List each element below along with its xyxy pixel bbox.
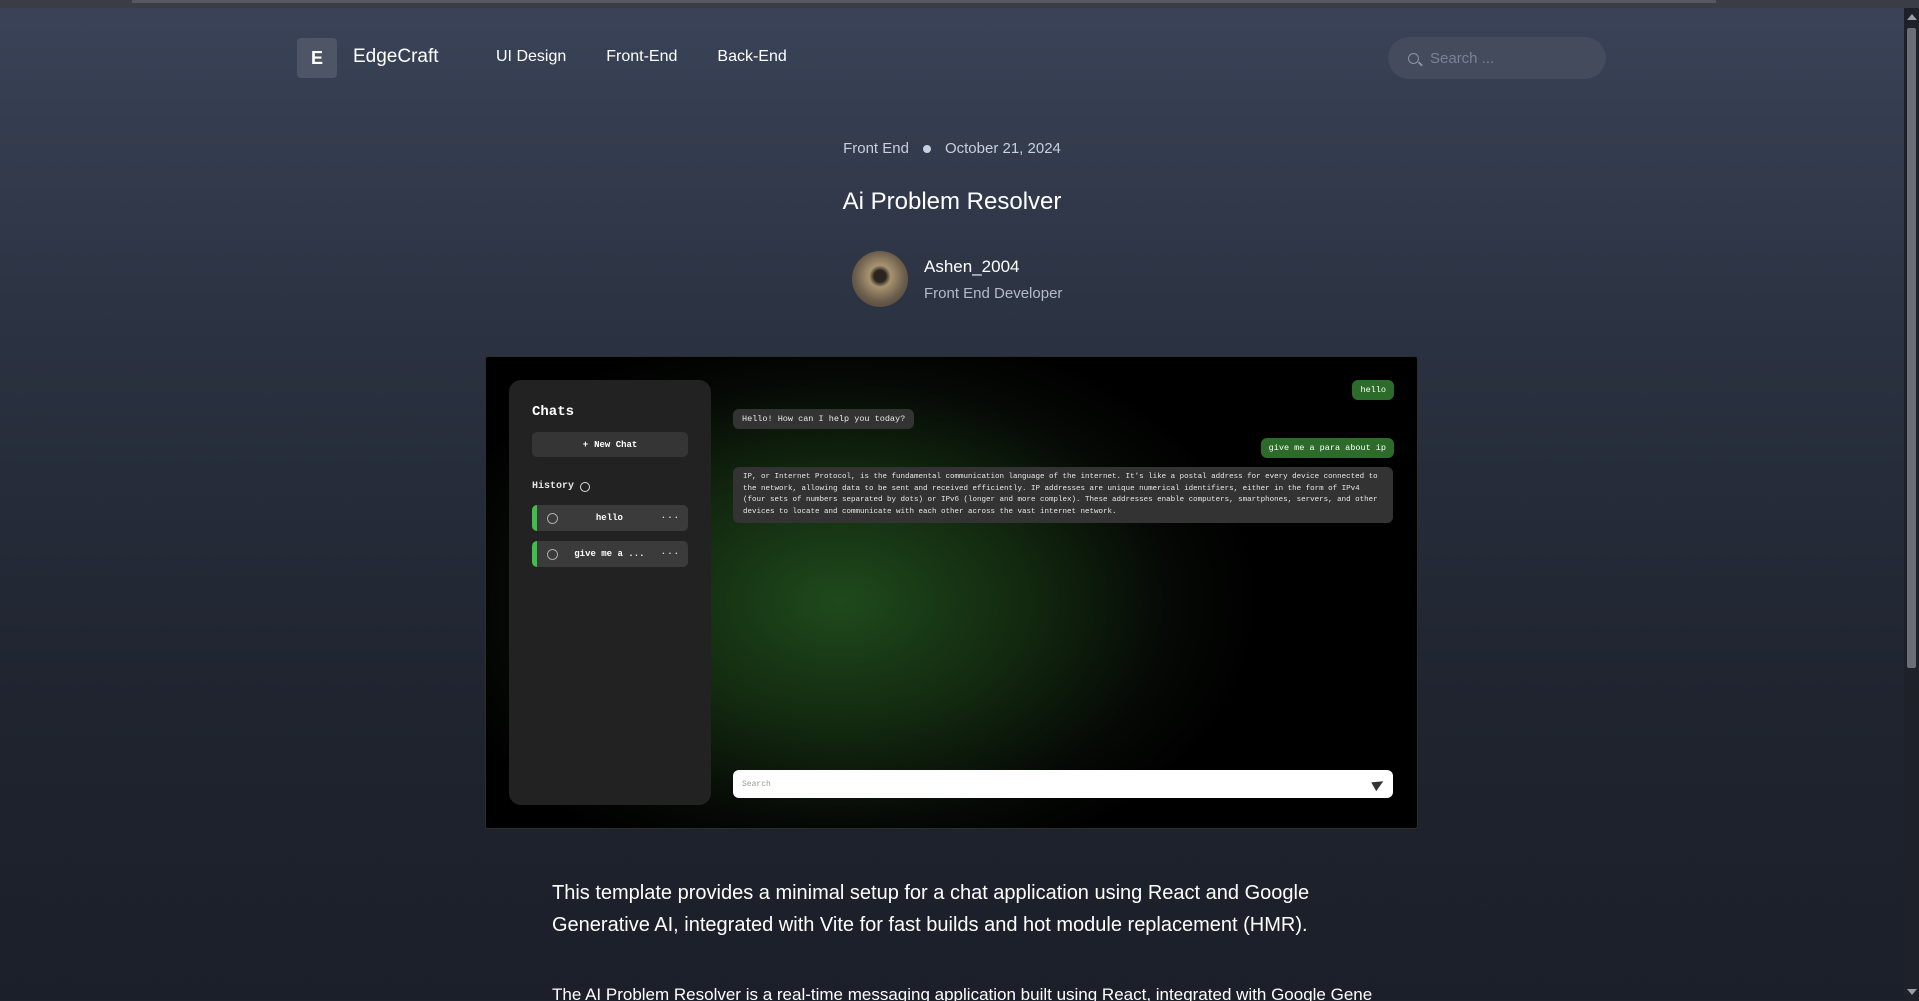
description-paragraph: The AI Problem Resolver is a real-time m… <box>552 985 1372 1001</box>
top-bar-line <box>132 0 1716 3</box>
search-input[interactable] <box>1428 48 1592 68</box>
history-item: hello ··· <box>532 505 688 531</box>
intro-paragraph: This template provides a minimal setup f… <box>552 882 1310 936</box>
post-meta: Front End October 21, 2024 <box>0 140 1904 157</box>
author-block: Ashen_2004 Front End Developer <box>852 251 1062 307</box>
post-category[interactable]: Front End <box>843 140 909 157</box>
more-icon: ··· <box>660 513 680 523</box>
nav-front-end[interactable]: Front-End <box>606 48 677 66</box>
author-name[interactable]: Ashen_2004 <box>924 257 1062 277</box>
send-icon <box>1371 776 1386 792</box>
chat-icon <box>547 548 558 560</box>
brand-name[interactable]: EdgeCraft <box>353 46 439 68</box>
user-message: hello <box>1352 380 1394 400</box>
search-box[interactable] <box>1388 37 1606 79</box>
separator-dot-icon <box>922 144 931 153</box>
page-scrollbar[interactable] <box>1904 8 1919 1001</box>
history-label: History <box>532 481 575 492</box>
more-icon: ··· <box>660 549 680 559</box>
new-chat-button: + New Chat <box>532 432 688 457</box>
bot-answer: IP, or Internet Protocol, is the fundame… <box>733 467 1393 523</box>
new-chat-label: New Chat <box>594 439 638 450</box>
clock-icon <box>580 481 591 492</box>
history-item-label: hello <box>595 513 623 523</box>
scroll-up-icon[interactable] <box>1907 14 1917 20</box>
nav-ui-design[interactable]: UI Design <box>496 48 566 66</box>
plus-icon: + <box>582 439 589 450</box>
chat-input: Search <box>733 770 1393 798</box>
history-item-label: give me a ... <box>574 549 645 559</box>
history-item: give me a ... ··· <box>532 541 688 567</box>
hero-screenshot: Chats + New Chat History hello ··· give m… <box>485 356 1418 829</box>
scroll-down-icon[interactable] <box>1907 989 1917 995</box>
author-role: Front End Developer <box>924 284 1063 302</box>
chats-title: Chats <box>532 404 575 420</box>
chats-sidebar: Chats + New Chat History hello ··· give m… <box>509 380 711 805</box>
logo[interactable]: E <box>297 38 337 78</box>
nav-back-end[interactable]: Back-End <box>717 48 786 66</box>
avatar[interactable] <box>852 251 908 307</box>
browser-top-bar <box>0 0 1919 8</box>
chat-input-placeholder: Search <box>742 779 771 789</box>
scroll-thumb[interactable] <box>1907 28 1916 668</box>
history-heading: History <box>532 481 591 492</box>
page-title: Ai Problem Resolver <box>842 188 1062 215</box>
main-nav: UI Design Front-End Back-End <box>496 48 787 66</box>
search-icon <box>1408 52 1419 64</box>
post-date: October 21, 2024 <box>944 140 1061 157</box>
bot-message: Hello! How can I help you today? <box>733 409 915 429</box>
user-message: give me a para about ip <box>1260 438 1394 458</box>
chat-icon <box>547 512 558 524</box>
